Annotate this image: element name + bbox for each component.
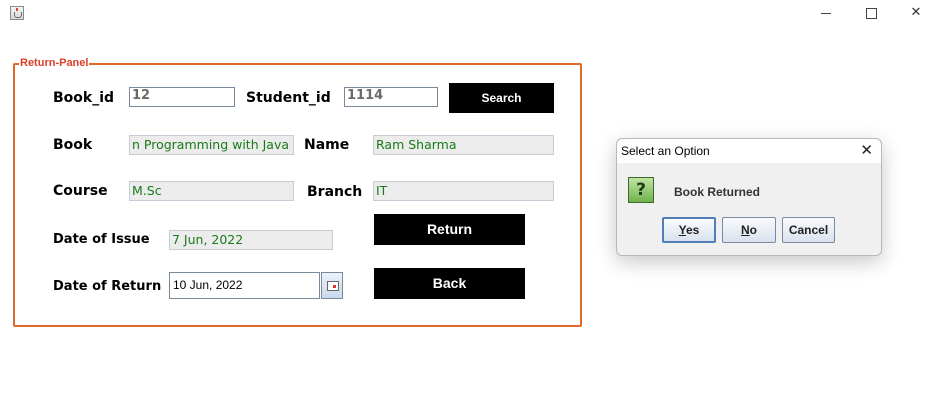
return-panel-title: Return-Panel: [19, 57, 90, 69]
date-of-return-label: Date of Return: [53, 279, 162, 294]
minimize-icon: [821, 13, 831, 14]
name-label: Name: [304, 137, 350, 153]
question-icon: ?: [628, 177, 654, 203]
date-of-issue-field: 7 Jun, 2022: [169, 230, 333, 250]
branch-label: Branch: [307, 184, 363, 200]
dialog-title-bar: Select an Option ✕: [617, 139, 881, 163]
calendar-icon: [327, 281, 339, 291]
dialog-message: Book Returned: [674, 185, 761, 199]
no-mnemonic: N: [740, 223, 750, 237]
maximize-button[interactable]: [848, 0, 894, 28]
branch-field: IT: [373, 181, 554, 201]
date-of-return-input[interactable]: 10 Jun, 2022: [169, 272, 320, 299]
title-bar: ✕: [0, 0, 939, 28]
course-label: Course: [53, 183, 108, 199]
return-button[interactable]: Return: [374, 214, 525, 245]
cancel-button[interactable]: Cancel: [782, 217, 835, 243]
minimize-button[interactable]: [803, 0, 849, 28]
course-field: M.Sc: [129, 181, 294, 201]
no-label: o: [749, 223, 757, 237]
dialog-close-icon[interactable]: ✕: [860, 141, 873, 159]
student-id-label: Student_id: [246, 90, 331, 106]
maximize-icon: [866, 8, 877, 19]
yes-label: es: [685, 223, 700, 237]
back-button[interactable]: Back: [374, 268, 525, 299]
dialog-title: Select an Option: [621, 144, 710, 158]
window-close-button[interactable]: ✕: [893, 0, 939, 28]
search-button[interactable]: Search: [449, 83, 554, 113]
close-icon: ✕: [910, 5, 922, 20]
java-app-icon: [10, 6, 24, 20]
student-id-input[interactable]: 1114: [344, 87, 438, 107]
date-of-issue-label: Date of Issue: [53, 232, 150, 247]
select-option-dialog: Select an Option ✕ ? Book Returned Yes N…: [616, 138, 882, 256]
student-name-field: Ram Sharma: [373, 135, 554, 155]
book-title-field: n Programming with Java: [129, 135, 294, 155]
date-picker-button[interactable]: [321, 272, 343, 299]
no-button[interactable]: No: [722, 217, 776, 243]
yes-mnemonic: Y: [678, 223, 686, 237]
yes-button[interactable]: Yes: [662, 217, 716, 243]
book-id-label: Book_id: [53, 90, 115, 106]
book-id-input[interactable]: 12: [129, 87, 235, 107]
book-label: Book: [53, 137, 93, 153]
